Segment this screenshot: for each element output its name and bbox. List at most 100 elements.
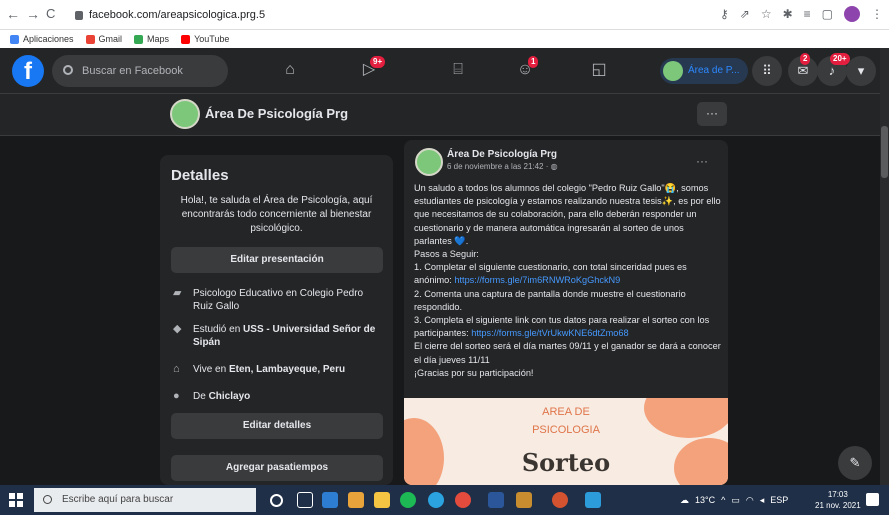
youtube-icon bbox=[181, 34, 191, 44]
post-text: Un saludo a todos los alumnos del colegi… bbox=[414, 183, 721, 378]
house-icon: ⌂ bbox=[173, 363, 180, 375]
app-icon[interactable] bbox=[516, 492, 532, 508]
edit-presentation-button[interactable]: Editar presentación bbox=[171, 247, 383, 273]
notification-center-icon[interactable] bbox=[866, 493, 879, 506]
edge-icon[interactable] bbox=[428, 492, 444, 508]
lock-icon bbox=[75, 10, 83, 20]
taskbar-clock[interactable]: 17:03 21 nov. 2021 bbox=[815, 489, 861, 511]
residence-info: ⌂ Vive en Eten, Lambayeque, Peru bbox=[173, 363, 346, 375]
chrome-profile-icon[interactable] bbox=[552, 492, 568, 508]
key-icon[interactable]: ⚷ bbox=[720, 7, 729, 21]
work-info: ▰ Psicologo Educativo en Colegio Pedro R… bbox=[173, 287, 364, 312]
bookmark-maps[interactable]: Maps bbox=[134, 34, 169, 44]
share-icon[interactable]: ⇗ bbox=[740, 7, 750, 21]
bookmark-gmail[interactable]: Gmail bbox=[85, 34, 122, 44]
new-message-button[interactable]: ✎ bbox=[838, 446, 872, 480]
page-avatar[interactable] bbox=[170, 99, 200, 129]
media-player-icon[interactable] bbox=[322, 492, 338, 508]
maps-icon bbox=[134, 34, 144, 44]
post-author[interactable]: Área De Psicología Prg bbox=[447, 149, 557, 160]
details-card: Detalles Hola!, te saluda el Área de Psi… bbox=[160, 155, 393, 485]
page-more-button[interactable]: ··· bbox=[697, 102, 727, 126]
wifi-icon[interactable]: ◠ bbox=[746, 495, 754, 506]
details-heading: Detalles bbox=[171, 167, 229, 184]
file-explorer-icon[interactable] bbox=[374, 492, 390, 508]
task-view-icon[interactable] bbox=[297, 492, 313, 508]
page-title[interactable]: Área De Psicología Prg bbox=[205, 106, 348, 121]
gmail-icon bbox=[85, 34, 95, 44]
questionnaire-link[interactable]: https://forms.gle/7im6RNWRoKgGhckN9 bbox=[454, 275, 620, 285]
weather-temp[interactable]: 13°C bbox=[695, 495, 715, 505]
image-text-line2: PSICOLOGIA bbox=[532, 424, 600, 436]
facebook-logo-icon[interactable]: f bbox=[12, 55, 44, 87]
page-scrollbar[interactable] bbox=[880, 48, 889, 485]
word-icon[interactable] bbox=[488, 492, 504, 508]
compose-icon: ✎ bbox=[849, 455, 861, 470]
photos-icon[interactable] bbox=[585, 492, 601, 508]
hometown-info: ● De Chiclayo bbox=[173, 390, 251, 402]
browser-toolbar: ← → C facebook.com/areapsicologica.prg.5… bbox=[0, 0, 889, 30]
bookmarks-bar: Aplicaciones Gmail Maps YouTube bbox=[0, 30, 889, 48]
scrollbar-thumb[interactable] bbox=[881, 126, 888, 178]
windows-start-icon[interactable] bbox=[9, 493, 23, 507]
search-icon bbox=[43, 495, 52, 504]
bookmark-youtube[interactable]: YouTube bbox=[181, 34, 229, 44]
weather-icon[interactable]: ☁ bbox=[680, 495, 689, 506]
volume-icon[interactable]: ◂ bbox=[760, 495, 765, 506]
groups-badge: 1 bbox=[528, 56, 539, 68]
app-icon[interactable] bbox=[348, 492, 364, 508]
facebook-header: f Buscar en Facebook ⌂ ▷ 9+ ⌸ ☺ 1 ◱ Área… bbox=[0, 48, 880, 94]
apps-grid-icon bbox=[10, 34, 19, 44]
spotify-icon[interactable] bbox=[400, 492, 416, 508]
windows-taskbar: Escribe aquí para buscar ☁ 13°C ^ ▭ ◠ ◂ … bbox=[0, 485, 889, 515]
watch-badge: 9+ bbox=[370, 56, 386, 68]
search-icon bbox=[63, 65, 73, 75]
post-author-avatar[interactable] bbox=[415, 148, 443, 176]
account-dropdown-icon[interactable]: ▾ bbox=[846, 56, 876, 86]
post-image[interactable]: AREA DE PSICOLOGIA Sorteo bbox=[404, 398, 728, 485]
education-info: ◆ Estudió en USS - Universidad Señor de … bbox=[173, 323, 376, 348]
reading-list-icon[interactable]: ≡ bbox=[804, 7, 811, 21]
chevron-up-icon[interactable]: ^ bbox=[721, 495, 725, 505]
back-arrow-icon[interactable]: ← bbox=[6, 6, 20, 22]
avatar bbox=[663, 61, 683, 81]
post-timestamp[interactable]: 6 de noviembre a las 21:42 · ◍ bbox=[447, 162, 558, 171]
page-sticky-header: Área De Psicología Prg ··· bbox=[0, 94, 880, 136]
forward-arrow-icon[interactable]: → bbox=[26, 6, 40, 22]
bio-text: Hola!, te saluda el Área de Psicología, … bbox=[180, 195, 373, 234]
search-input[interactable]: Buscar en Facebook bbox=[52, 55, 228, 87]
post-card: Área De Psicología Prg 6 de noviembre a … bbox=[404, 140, 728, 485]
window-icon[interactable]: ▢ bbox=[822, 7, 833, 21]
language-indicator[interactable]: ESP bbox=[770, 495, 788, 505]
star-icon[interactable]: ☆ bbox=[761, 7, 772, 21]
briefcase-icon: ▰ bbox=[173, 287, 182, 299]
chrome-icon[interactable] bbox=[455, 492, 471, 508]
bookmark-apps[interactable]: Aplicaciones bbox=[10, 34, 74, 44]
menu-dots-icon[interactable]: ⋮ bbox=[871, 7, 883, 21]
image-text-line1: AREA DE bbox=[542, 406, 590, 418]
edit-details-button[interactable]: Editar detalles bbox=[171, 413, 383, 439]
post-options-button[interactable]: ··· bbox=[696, 154, 708, 168]
marketplace-icon[interactable]: ⌸ bbox=[447, 59, 469, 81]
residence-link[interactable]: Eten, Lambayeque, Peru bbox=[229, 364, 345, 375]
extension-icon[interactable]: ✱ bbox=[783, 7, 793, 21]
address-bar[interactable]: facebook.com/areapsicologica.prg.5 bbox=[75, 5, 765, 25]
graduation-cap-icon: ◆ bbox=[173, 323, 182, 335]
hometown-link[interactable]: Chiclayo bbox=[209, 391, 251, 402]
gaming-icon[interactable]: ◱ bbox=[588, 59, 610, 81]
system-tray: ☁ 13°C ^ ▭ ◠ ◂ ESP bbox=[680, 485, 788, 515]
location-pin-icon: ● bbox=[173, 390, 180, 402]
globe-icon: ◍ bbox=[550, 162, 558, 171]
raffle-link[interactable]: https://forms.gle/tVrUkwKNE6dtZmo68 bbox=[471, 328, 628, 338]
add-hobbies-button[interactable]: Agregar pasatiempos bbox=[171, 455, 383, 481]
reload-icon[interactable]: C bbox=[46, 6, 55, 21]
profile-button[interactable]: Área de P... bbox=[660, 58, 748, 84]
battery-icon[interactable]: ▭ bbox=[731, 495, 740, 506]
image-text-line3: Sorteo bbox=[521, 448, 611, 477]
taskbar-search-input[interactable]: Escribe aquí para buscar bbox=[34, 488, 256, 512]
home-icon[interactable]: ⌂ bbox=[279, 59, 301, 81]
url-text: facebook.com/areapsicologica.prg.5 bbox=[89, 9, 266, 21]
cortana-icon[interactable] bbox=[270, 494, 283, 507]
menu-grid-icon[interactable]: ⠿ bbox=[752, 56, 782, 86]
browser-avatar[interactable] bbox=[844, 6, 860, 22]
